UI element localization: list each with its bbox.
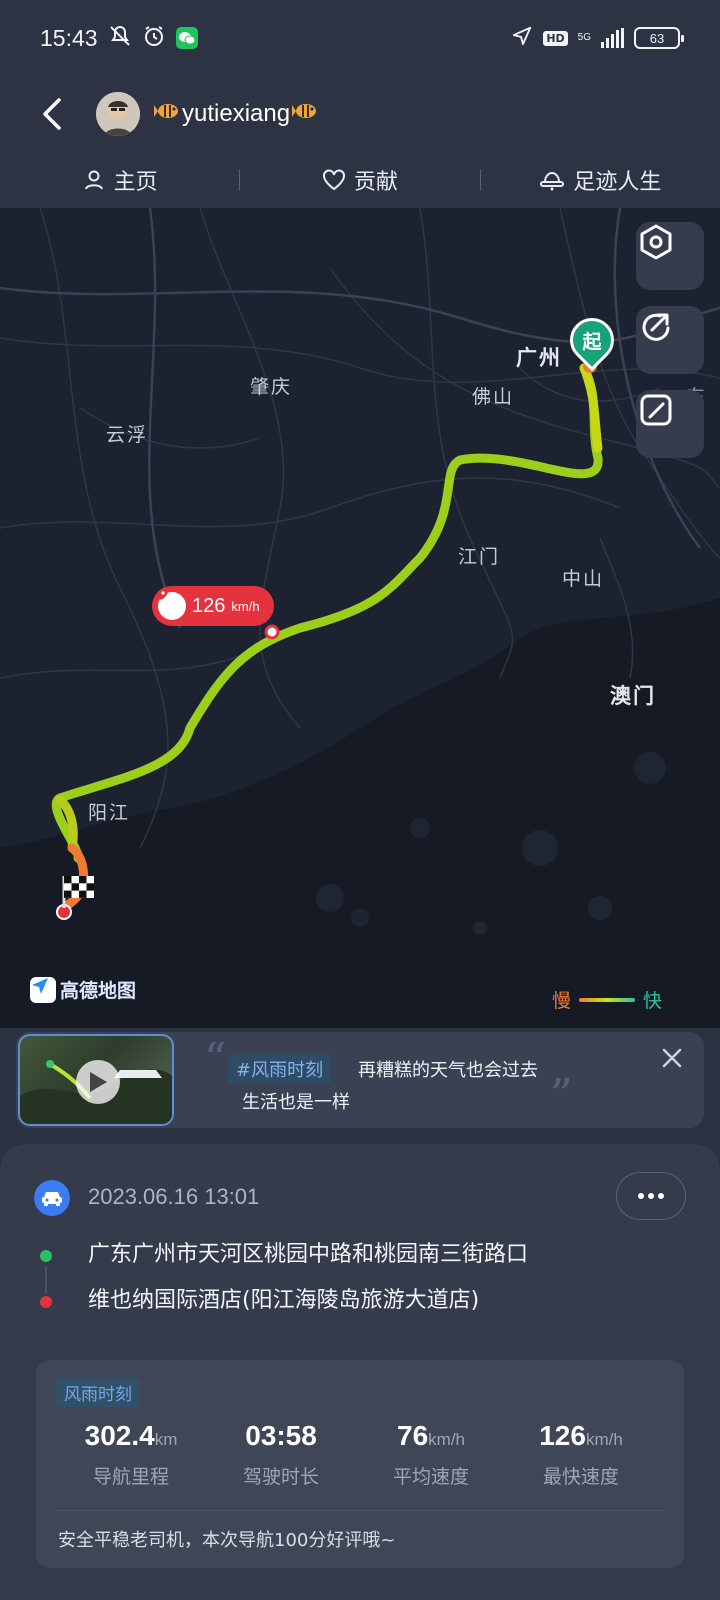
stat-label: 驾驶时长 (242, 1466, 319, 1488)
stat-value: 126 (539, 1420, 586, 1451)
tab-footprint[interactable]: 足迹人生 (481, 164, 720, 196)
wechat-icon (175, 27, 198, 49)
edit-button[interactable] (636, 390, 704, 458)
alarm-icon (142, 24, 166, 52)
person-icon (84, 170, 103, 190)
status-time: 15:43 (40, 24, 98, 51)
stat-label: 最快速度 (542, 1466, 619, 1488)
amap-logo-text: 高德地图 (60, 980, 137, 1002)
stat-unit: km/h (428, 1430, 465, 1449)
signal-icon (601, 28, 624, 48)
stat-unit: km (154, 1430, 178, 1449)
city-label: 云浮 (106, 424, 149, 446)
stat-label: 导航里程 (92, 1466, 169, 1488)
stat-label: 平均速度 (392, 1466, 469, 1488)
origin-address: 广东广州市天河区桃园中路和桃园南三街路口 (88, 1242, 529, 1267)
mute-icon (108, 24, 132, 52)
legend-fast: 快 (642, 990, 662, 1012)
fish-emoji-icon (154, 101, 180, 127)
amap-logo: 高德地图 (30, 976, 136, 1003)
battery-level: 63 (649, 30, 665, 46)
stat-value: 03:58 (245, 1420, 317, 1451)
video-tag: #风雨时刻 (228, 1054, 332, 1084)
legend-gradient (578, 997, 635, 1002)
max-speed-bubble: 126 km/h (152, 586, 274, 626)
edit-icon (640, 394, 672, 426)
stat-duration: 03:58 驾驶时长 (206, 1420, 356, 1489)
battery-icon: 63 (634, 27, 684, 49)
status-bar: 15:43 HD 5G 63 (0, 0, 720, 76)
fish-emoji-icon (292, 101, 318, 127)
weather-video-card[interactable]: “ #风雨时刻 再糟糕的天气也会过去 生活也是一样 ” (16, 1032, 704, 1128)
amap-logo-icon (30, 976, 56, 1003)
stat-max-speed: 126km/h 最快速度 (506, 1420, 656, 1489)
hd-badge: HD (543, 30, 568, 46)
username-text: yutiexiang (182, 100, 291, 127)
city-label: 江门 (458, 546, 501, 568)
legend-slow: 慢 (551, 990, 571, 1012)
stat-avg-speed: 76km/h 平均速度 (356, 1420, 506, 1489)
tab-label: 足迹人生 (573, 170, 662, 195)
city-label: 佛山 (472, 386, 515, 408)
share-icon (642, 313, 670, 341)
quote-open-icon: “ (204, 1034, 227, 1085)
trip-detail-sheet: 2023.06.16 13:01 广东广州市天河区桃园中路和桃园南三街路口 维也… (0, 1144, 720, 1600)
tab-home[interactable]: 主页 (0, 164, 239, 196)
stat-unit: km/h (585, 1430, 623, 1449)
rocket-icon (154, 588, 186, 620)
max-speed-value: 126 (192, 594, 226, 617)
speed-legend: 慢 快 (552, 986, 662, 1013)
close-icon (662, 1048, 682, 1068)
trip-datetime: 2023.06.16 13:01 (88, 1184, 260, 1209)
heart-icon (322, 169, 345, 191)
network-type: 5G (577, 32, 591, 43)
more-dot (648, 1193, 654, 1199)
video-caption-line2: 生活也是一样 (242, 1092, 350, 1113)
city-label: 肇庆 (250, 376, 293, 398)
city-label: 澳门 (610, 684, 656, 708)
max-speed-unit: km/h (231, 598, 260, 614)
back-button[interactable] (30, 92, 74, 136)
origin-dot (40, 1250, 52, 1262)
city-label: 阳江 (88, 802, 131, 824)
video-caption-line1: 再糟糕的天气也会过去 (358, 1060, 538, 1081)
layer-settings-button[interactable] (636, 222, 704, 290)
tab-label: 贡献 (353, 170, 398, 195)
tab-contribution[interactable]: 贡献 (240, 164, 479, 196)
video-thumbnail[interactable] (18, 1034, 174, 1126)
username: yutiexiang (154, 100, 318, 128)
trip-stats-card: 风雨时刻 302.4km 导航里程 03:58 驾驶时长 76km/h 平均速度… (36, 1360, 684, 1568)
chevron-left-icon (43, 98, 61, 130)
stat-distance: 302.4km 导航里程 (56, 1420, 206, 1489)
close-button[interactable] (658, 1044, 686, 1072)
car-icon (34, 1180, 70, 1216)
quote-close-icon: ” (550, 1070, 573, 1121)
destination-dot (40, 1296, 52, 1308)
stats-divider (56, 1510, 664, 1511)
max-speed-point (264, 624, 280, 640)
hexagon-settings-icon (640, 224, 672, 260)
trip-rating-text: 安全平稳老司机，本次导航100分好评哦~ (58, 1530, 396, 1551)
profile-header: yutiexiang (0, 76, 720, 152)
profile-tabs: 主页 贡献 足迹人生 (0, 152, 720, 208)
avatar[interactable] (96, 92, 140, 136)
share-button[interactable] (636, 306, 704, 374)
route-map[interactable]: 广州 佛山 肇庆 云浮 江门 中山 澳门 阳江 东莞 起 126 km/h 高德… (0, 208, 720, 1028)
stats-tag: 风雨时刻 (56, 1378, 140, 1407)
stat-value: 302.4 (84, 1420, 155, 1451)
play-icon[interactable] (76, 1060, 120, 1104)
more-options-button[interactable] (616, 1172, 686, 1220)
destination-address: 维也纳国际酒店(阳江海陵岛旅游大道店) (88, 1288, 480, 1313)
city-label: 广州 (516, 346, 562, 370)
start-marker-label: 起 (582, 330, 602, 353)
footprint-icon (540, 171, 565, 191)
stat-value: 76 (397, 1420, 429, 1451)
route-connector (45, 1266, 47, 1294)
location-arrow-icon (511, 25, 533, 51)
city-label: 中山 (562, 568, 605, 590)
more-dot (658, 1193, 664, 1199)
tab-label: 主页 (113, 170, 158, 195)
more-dot (638, 1193, 644, 1199)
